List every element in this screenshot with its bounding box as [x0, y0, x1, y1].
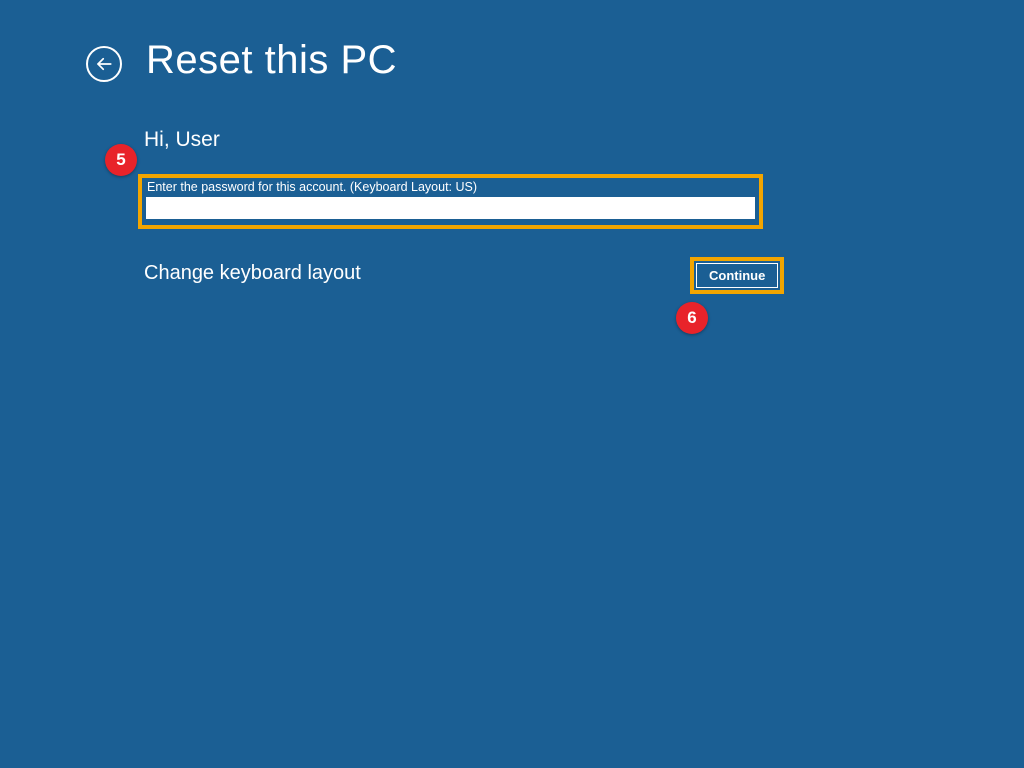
- back-arrow-icon: [95, 55, 113, 73]
- back-button[interactable]: [86, 46, 122, 82]
- page-title: Reset this PC: [146, 38, 397, 83]
- change-keyboard-layout-link[interactable]: Change keyboard layout: [144, 262, 361, 285]
- annotation-5: 5: [105, 144, 137, 176]
- annotation-6: 6: [676, 302, 708, 334]
- password-block: Enter the password for this account. (Ke…: [138, 174, 763, 229]
- password-label: Enter the password for this account. (Ke…: [147, 180, 755, 194]
- continue-highlight: Continue: [690, 257, 784, 294]
- password-input[interactable]: [146, 197, 755, 219]
- continue-button[interactable]: Continue: [696, 263, 778, 288]
- header: Reset this PC: [86, 38, 397, 83]
- greeting-text: Hi, User: [144, 128, 220, 152]
